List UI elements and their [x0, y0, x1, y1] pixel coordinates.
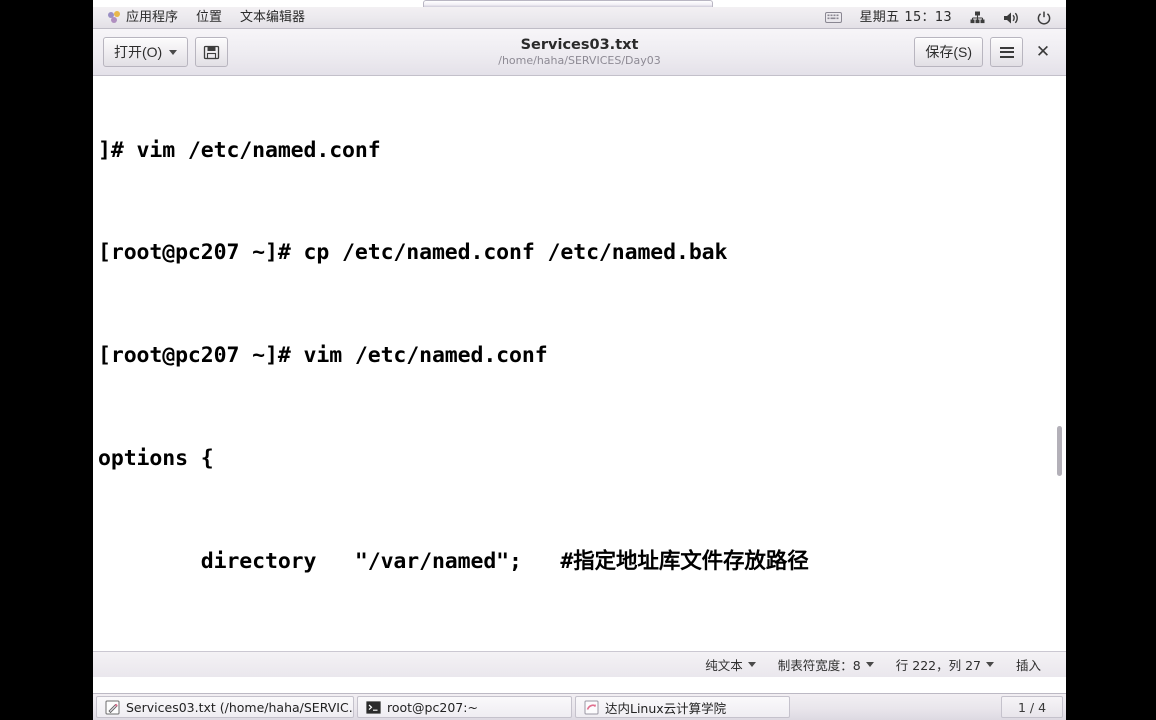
window-list-taskbar: Services03.txt (/home/haha/SERVIC… root@…	[93, 693, 1066, 720]
chevron-down-icon	[747, 662, 756, 667]
file-path-subtitle: /home/haha/SERVICES/Day03	[498, 53, 661, 67]
desktop-screen: 应用程序 位置 文本编辑器 星期五 15：13 打开(O) Services03…	[93, 0, 1066, 720]
tab-width-selector[interactable]: 制表符宽度：8	[767, 653, 885, 677]
terminal-icon	[366, 700, 381, 715]
page-title: Services03.txt	[520, 36, 639, 53]
panel-menu-applications[interactable]: 应用程序	[99, 8, 187, 28]
taskbar-item-terminal[interactable]: root@pc207:~	[357, 696, 572, 718]
cursor-position-selector[interactable]: 行 222，列 27	[885, 653, 1005, 677]
panel-menu-places[interactable]: 位置	[187, 8, 231, 28]
browser-icon	[584, 700, 599, 715]
menu-button[interactable]	[990, 37, 1023, 67]
volume-icon	[1004, 12, 1018, 23]
hamburger-menu-icon	[999, 46, 1014, 58]
cursor-position-label: 行 222，列 27	[895, 658, 981, 673]
workspace-switcher[interactable]: 1 / 4	[1001, 696, 1063, 718]
save-as-icon	[204, 45, 220, 59]
taskbar-item-browser[interactable]: 达内Linux云计算学院	[575, 696, 790, 718]
window-titlebar: 打开(O) Services03.txt /home/haha/SERVICES…	[93, 29, 1066, 76]
panel-menu-places-label: 位置	[196, 9, 223, 25]
taskbar-item-label: 达内Linux云计算学院	[605, 700, 727, 716]
keyboard-icon	[824, 12, 842, 23]
file-type-selector[interactable]: 纯文本	[694, 653, 767, 677]
workspace-label: 1 / 4	[1017, 699, 1047, 715]
editor-line: [root@pc207 ~]# cp /etc/named.conf /etc/…	[98, 240, 728, 266]
volume-indicator[interactable]	[994, 8, 1028, 28]
editor-line: options {	[98, 446, 214, 472]
editor-line-clipped: ]# vim /etc/named.conf	[98, 137, 381, 163]
open-file-button[interactable]: 打开(O)	[103, 37, 189, 67]
taskbar-item-label: root@pc207:~	[387, 699, 478, 715]
save-button[interactable]: 保存(S)	[914, 37, 983, 67]
vertical-scrollbar[interactable]	[1055, 76, 1064, 651]
clock-day: 星期五	[859, 9, 900, 25]
power-indicator[interactable]	[1028, 8, 1060, 28]
gnome-applications-logo-icon	[108, 11, 121, 24]
editor-line: };	[98, 648, 1066, 651]
panel-menu-applications-label: 应用程序	[126, 9, 179, 25]
taskbar-item-gedit[interactable]: Services03.txt (/home/haha/SERVIC…	[96, 696, 354, 718]
insert-mode-indicator: 插入	[1005, 653, 1052, 677]
network-icon	[970, 11, 985, 24]
tab-width-label: 制表符宽度：8	[777, 658, 861, 673]
insert-mode-label: 插入	[1015, 658, 1041, 673]
clock-indicator[interactable]: 星期五 15：13	[851, 8, 962, 28]
panel-menu-text-editor-label: 文本编辑器	[240, 9, 306, 25]
chevron-down-icon	[169, 49, 178, 55]
gnome-top-panel: 应用程序 位置 文本编辑器 星期五 15：13	[93, 7, 1066, 29]
editor-line: directory "/var/named"; #指定地址库文件存放路径	[98, 549, 809, 575]
close-window-button[interactable]: ✕	[1030, 38, 1056, 66]
save-button-label: 保存(S)	[925, 44, 972, 60]
gedit-window: 打开(O) Services03.txt /home/haha/SERVICES…	[93, 29, 1066, 677]
scrollbar-thumb[interactable]	[1057, 426, 1062, 476]
save-as-button[interactable]	[195, 37, 229, 67]
chevron-down-icon	[865, 662, 874, 667]
taskbar-item-label: Services03.txt (/home/haha/SERVIC…	[126, 699, 354, 715]
background-window-sliver	[423, 0, 713, 7]
power-icon	[1037, 11, 1051, 25]
file-type-label: 纯文本	[705, 658, 743, 673]
network-indicator[interactable]	[961, 8, 994, 28]
editor-statusbar: 纯文本 制表符宽度：8 行 222，列 27 插入	[93, 651, 1066, 677]
text-content[interactable]: ]# vim /etc/named.conf [root@pc207 ~]# c…	[93, 76, 1066, 651]
panel-menu-text-editor[interactable]: 文本编辑器	[231, 8, 314, 28]
chevron-down-icon	[985, 662, 994, 667]
gedit-icon	[105, 700, 120, 715]
open-file-label: 打开(O)	[114, 44, 163, 60]
text-editor-area[interactable]: ]# vim /etc/named.conf [root@pc207 ~]# c…	[93, 76, 1066, 651]
clock-time: 15：13	[904, 9, 952, 25]
editor-line: [root@pc207 ~]# vim /etc/named.conf	[98, 343, 548, 369]
keyboard-indicator[interactable]	[816, 8, 851, 28]
